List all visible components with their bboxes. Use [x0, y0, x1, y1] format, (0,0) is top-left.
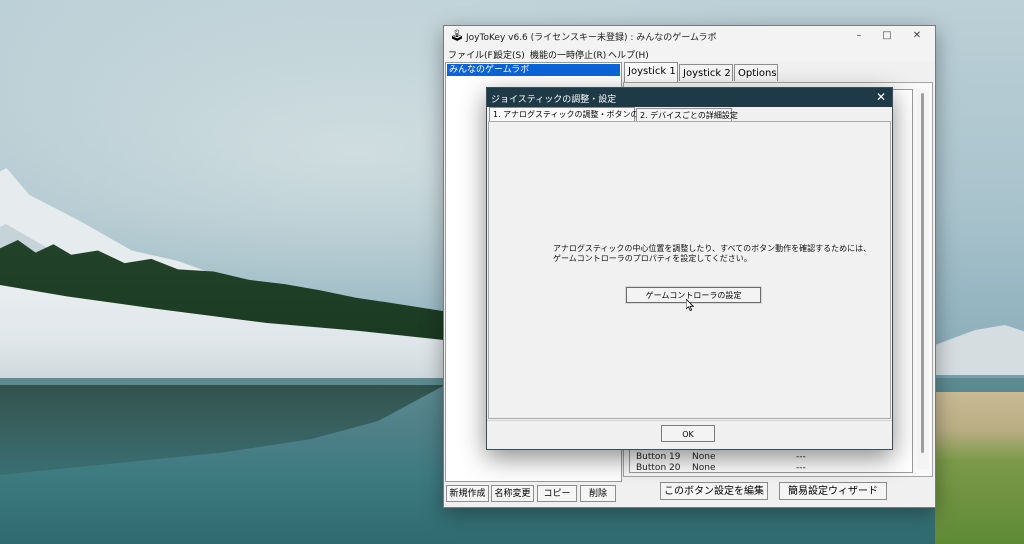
- instruction-text: アナログスティックの中心位置を調整したり、すべてのボタン動作を確認するためには、…: [553, 244, 871, 264]
- quick-setup-wizard-button[interactable]: 簡易設定ウィザード: [779, 482, 887, 500]
- new-profile-button[interactable]: 新規作成: [446, 485, 489, 502]
- row-extra: ---: [796, 463, 806, 473]
- tab-joystick-2[interactable]: Joystick 2: [679, 64, 733, 81]
- menu-settings[interactable]: 設定(S): [494, 48, 525, 61]
- menu-help[interactable]: ヘルプ(H): [608, 48, 649, 61]
- close-button[interactable]: ✕: [902, 28, 932, 44]
- tab-joystick-1[interactable]: Joystick 1: [624, 62, 678, 82]
- row-extra: ---: [796, 452, 806, 462]
- menu-bar: ファイル(F) 設定(S) 機能の一時停止(R) ヘルプ(H): [444, 46, 935, 62]
- title-bar[interactable]: 🕹 JoyToKey v6.6 (ライセンスキー未登録) : みんなのゲームラボ…: [444, 26, 935, 46]
- menu-pause[interactable]: 機能の一時停止(R): [530, 48, 606, 61]
- tab-device-settings[interactable]: 2. デバイスごとの詳細設定: [636, 108, 738, 122]
- profile-item-selected[interactable]: みんなのゲームラボ: [447, 64, 620, 76]
- tab-analog-calibration[interactable]: 1. アナログスティックの調整・ボタンの確認: [489, 107, 655, 122]
- copy-profile-button[interactable]: コピー: [537, 485, 577, 502]
- maximize-button[interactable]: □: [872, 28, 902, 44]
- menu-file[interactable]: ファイル(F): [448, 48, 496, 61]
- vertical-scrollbar[interactable]: [917, 89, 929, 469]
- joystick-icon: 🕹: [450, 29, 464, 42]
- table-row[interactable]: Button 20 None ---: [636, 463, 806, 473]
- instruction-line-1: アナログスティックの中心位置を調整したり、すべてのボタン動作を確認するためには、: [553, 244, 872, 253]
- table-row[interactable]: Button 19 None ---: [636, 452, 806, 462]
- row-assignment: None: [692, 463, 716, 473]
- edit-button-config-button[interactable]: このボタン設定を編集: [660, 482, 768, 500]
- instruction-line-2: ゲームコントローラのプロパティを設定してください。: [553, 254, 752, 263]
- row-assignment: None: [692, 452, 716, 462]
- minimize-button[interactable]: –: [844, 28, 874, 44]
- dialog-divider: [487, 420, 892, 421]
- rename-profile-button[interactable]: 名称変更: [491, 485, 534, 502]
- grass-shore: [935, 392, 1024, 544]
- dialog-tab-panel: アナログスティックの中心位置を調整したり、すべてのボタン動作を確認するためには、…: [488, 121, 891, 419]
- mouse-cursor-icon: [686, 299, 694, 311]
- joystick-calibration-dialog: ジョイスティックの調整・設定 ✕ 1. アナログスティックの調整・ボタンの確認 …: [486, 87, 893, 450]
- row-button-name: Button 20: [636, 463, 681, 473]
- scrollbar-thumb[interactable]: [921, 93, 924, 453]
- row-button-name: Button 19: [636, 452, 681, 462]
- ok-button[interactable]: OK: [661, 425, 715, 442]
- window-title: JoyToKey v6.6 (ライセンスキー未登録) : みんなのゲームラボ: [466, 33, 717, 43]
- dialog-title-bar[interactable]: ジョイスティックの調整・設定 ✕: [487, 88, 892, 107]
- tab-options[interactable]: Options: [734, 64, 778, 81]
- dialog-close-icon[interactable]: ✕: [874, 89, 888, 105]
- dialog-title: ジョイスティックの調整・設定: [491, 95, 617, 105]
- delete-profile-button[interactable]: 削除: [580, 485, 616, 502]
